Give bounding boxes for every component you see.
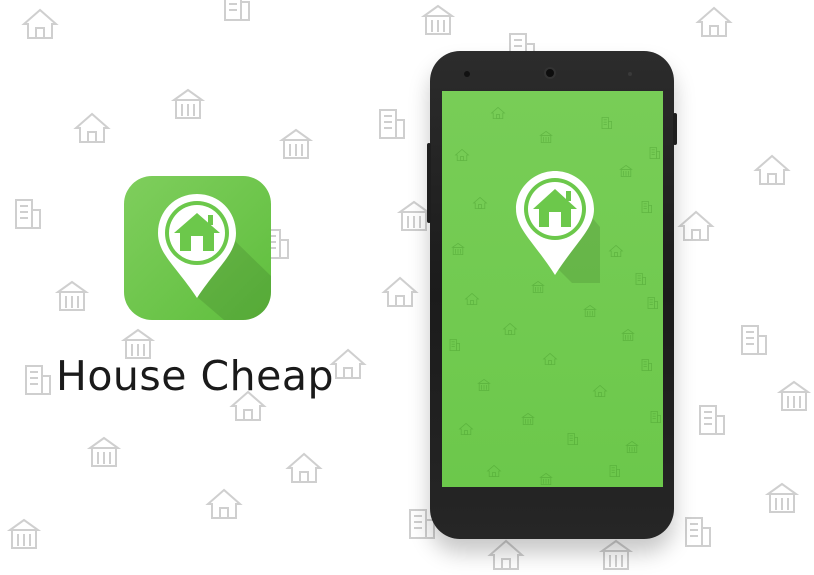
screen-building-pattern-icon: [647, 409, 663, 425]
phone-top-bezel: [430, 51, 674, 91]
screen-building-pattern-icon: [644, 295, 660, 311]
screen-building-pattern-icon: [458, 421, 474, 437]
screen-building-pattern-icon: [624, 439, 640, 455]
screen-building-pattern-icon: [476, 377, 492, 393]
phone-mockup: [427, 51, 677, 539]
screen-building-pattern-icon: [542, 351, 558, 367]
house-pin-icon: [158, 194, 271, 320]
power-button: [673, 113, 677, 145]
building-pattern-icon: [418, 0, 458, 40]
screen-building-pattern-icon: [598, 115, 614, 131]
building-pattern-icon: [694, 2, 734, 42]
screen-building-pattern-icon: [618, 163, 634, 179]
screen-building-pattern-icon: [454, 147, 470, 163]
building-pattern-icon: [215, 0, 255, 26]
screen-building-pattern-icon: [464, 291, 480, 307]
screen-building-pattern-icon: [582, 303, 598, 319]
building-pattern-icon: [6, 194, 46, 234]
building-pattern-icon: [486, 535, 526, 575]
screen-building-pattern-icon: [620, 327, 636, 343]
building-pattern-icon: [84, 432, 124, 472]
screen-building-pattern-icon: [638, 357, 654, 373]
building-pattern-icon: [16, 360, 56, 400]
building-pattern-icon: [204, 484, 244, 524]
building-pattern-icon: [370, 104, 410, 144]
screen-building-pattern-icon: [472, 195, 488, 211]
building-pattern-icon: [676, 512, 716, 552]
screen-building-pattern-icon: [490, 105, 506, 121]
building-pattern-icon: [732, 320, 772, 360]
sensor-dot: [464, 71, 470, 77]
phone-screen: [442, 91, 663, 487]
screen-building-pattern-icon: [632, 271, 648, 287]
screen-building-pattern-icon: [502, 321, 518, 337]
building-pattern-icon: [52, 276, 92, 316]
screen-building-pattern-icon: [446, 337, 462, 353]
building-pattern-icon: [4, 514, 44, 554]
screen-building-pattern-icon: [608, 243, 624, 259]
screen-building-pattern-icon: [450, 241, 466, 257]
screen-building-pattern-icon: [564, 431, 580, 447]
building-pattern-icon: [168, 84, 208, 124]
building-pattern-icon: [762, 478, 802, 518]
screen-building-pattern-icon: [538, 129, 554, 145]
screen-building-pattern-icon: [592, 383, 608, 399]
building-pattern-icon: [690, 400, 730, 440]
building-pattern-icon: [276, 124, 316, 164]
building-pattern-icon: [676, 206, 716, 246]
front-camera: [544, 67, 556, 79]
building-pattern-icon: [752, 150, 792, 190]
volume-button: [427, 143, 431, 223]
building-pattern-icon: [774, 376, 814, 416]
building-pattern-icon: [596, 535, 636, 575]
screen-building-pattern-icon: [538, 471, 554, 487]
building-pattern-icon: [72, 108, 112, 148]
building-pattern-icon: [20, 4, 60, 44]
speaker-dot: [628, 72, 632, 76]
screen-building-pattern-icon: [486, 463, 502, 479]
building-pattern-icon: [380, 272, 420, 312]
app-title: House Cheap: [56, 352, 335, 400]
screen-building-pattern-icon: [606, 463, 622, 479]
building-pattern-icon: [284, 448, 324, 488]
app-icon: [124, 176, 271, 320]
screen-building-pattern-icon: [638, 199, 654, 215]
screen-building-pattern-icon: [520, 411, 536, 427]
splash-house-pin-icon: [510, 167, 600, 283]
screen-building-pattern-icon: [646, 145, 662, 161]
